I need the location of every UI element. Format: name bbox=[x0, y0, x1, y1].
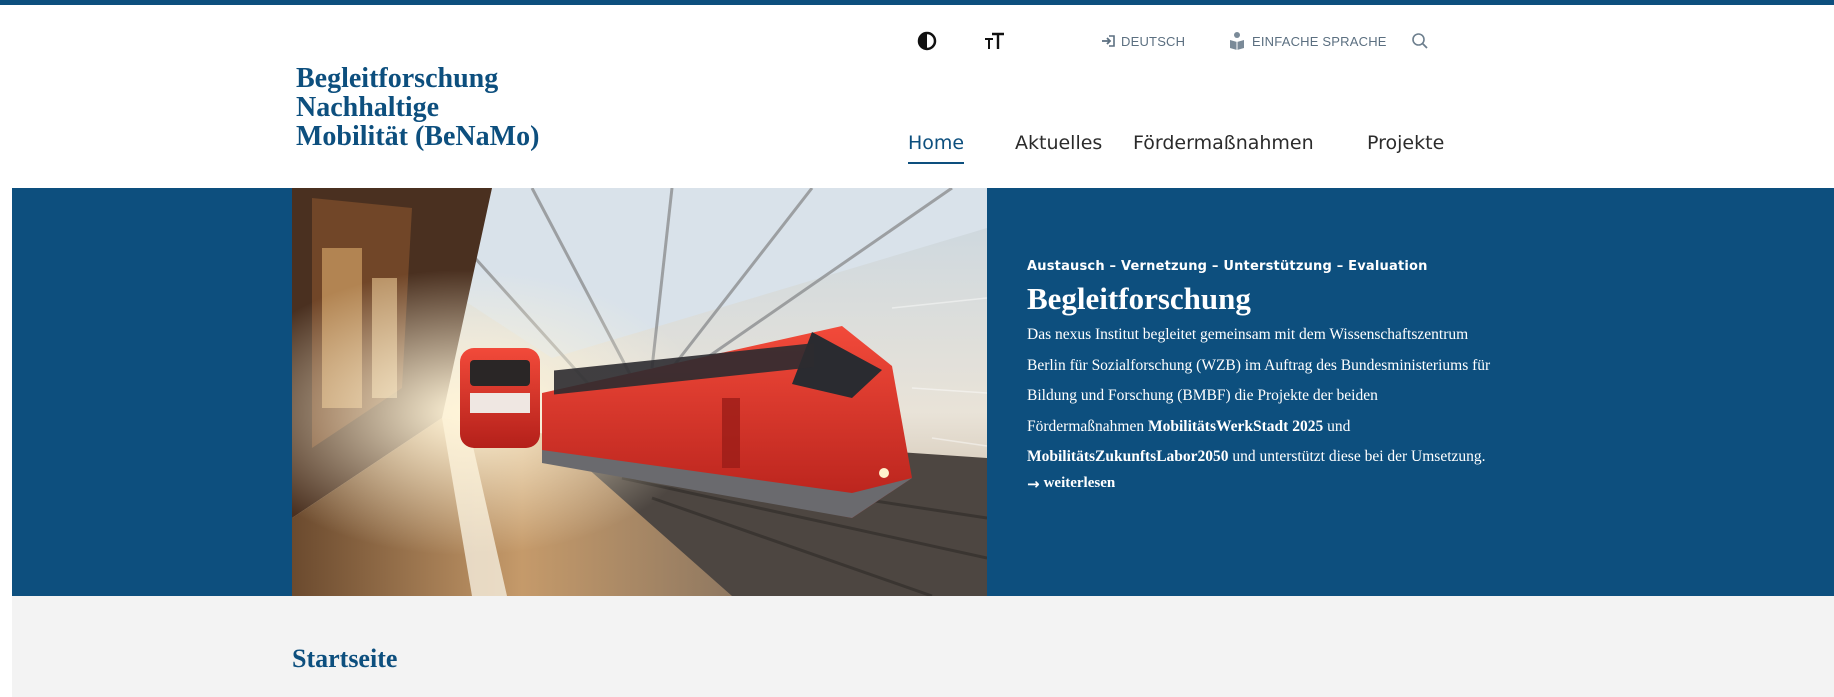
hero-content: Austausch – Vernetzung – Unterstützung –… bbox=[1027, 259, 1497, 494]
logo-line-2: Nachhaltige bbox=[296, 92, 440, 123]
language-switch[interactable]: DEUTSCH bbox=[1101, 26, 1185, 56]
text-size-button[interactable] bbox=[984, 26, 1006, 56]
simple-language-label: EINFACHE SPRACHE bbox=[1252, 33, 1387, 49]
hero-connector: und bbox=[1323, 417, 1351, 435]
content-section bbox=[12, 596, 1834, 697]
top-border bbox=[0, 0, 1834, 5]
search-icon bbox=[1412, 33, 1428, 49]
nav-home[interactable]: Home bbox=[908, 132, 965, 164]
logo-line-1: Begleitforschung bbox=[296, 63, 499, 94]
sign-in-arrow-icon bbox=[1102, 35, 1115, 47]
arrow-right-icon: → bbox=[1027, 474, 1040, 493]
read-more-label: weiterlesen bbox=[1043, 475, 1116, 491]
page-title: Startseite bbox=[292, 644, 398, 673]
nav-projekte[interactable]: Projekte bbox=[1367, 132, 1444, 154]
hero-program-1: MobilitätsWerkStadt 2025 bbox=[1147, 417, 1324, 435]
hero-train-image bbox=[292, 188, 987, 596]
hero-kicker: Austausch – Vernetzung – Unterstützung –… bbox=[1027, 259, 1428, 274]
read-more-link[interactable]: → weiterlesen bbox=[1027, 475, 1115, 493]
language-label: DEUTSCH bbox=[1121, 33, 1186, 49]
logo-line-3: Mobilität (BeNaMo) bbox=[296, 121, 540, 152]
contrast-icon bbox=[917, 31, 937, 51]
hero-description-part-2: und unterstützt diese bei der Umsetzung. bbox=[1228, 448, 1486, 465]
text-size-icon bbox=[985, 32, 1004, 49]
site-logo[interactable]: Begleitforschung Nachhaltige Mobilität (… bbox=[296, 64, 616, 151]
hero-description: Das nexus Institut begleitet gemeinsam m… bbox=[1027, 320, 1497, 473]
simple-language-icon bbox=[1230, 32, 1244, 50]
nav-foerdermassnahmen[interactable]: Fördermaßnahmen bbox=[1133, 132, 1314, 154]
search-button[interactable] bbox=[1411, 26, 1429, 56]
nav-aktuelles[interactable]: Aktuelles bbox=[1015, 132, 1102, 154]
hero-program-2: MobilitätsZukunftsLabor2050 bbox=[1027, 448, 1229, 465]
contrast-toggle-button[interactable] bbox=[917, 26, 937, 56]
hero-title: Begleitforschung bbox=[1027, 281, 1251, 316]
simple-language-link[interactable]: EINFACHE SPRACHE bbox=[1228, 26, 1387, 56]
